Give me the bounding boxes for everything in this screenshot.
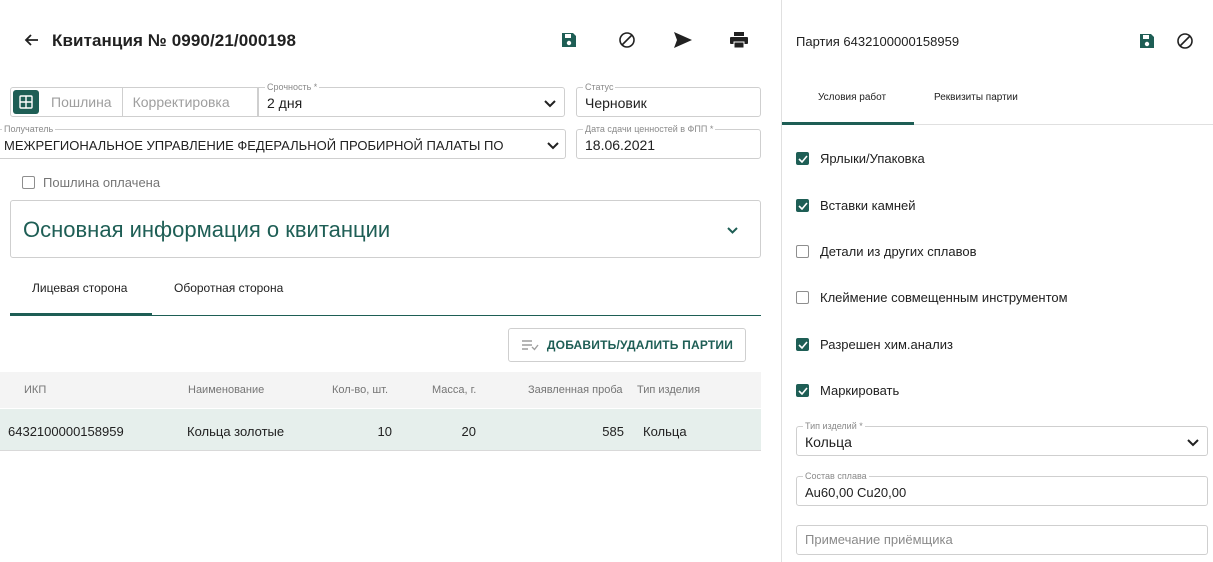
col-qty: Кол-во, шт. [332, 384, 389, 396]
segment-correction[interactable]: Корректировка [121, 88, 240, 116]
condition-stone-inserts[interactable]: Вставки камней [796, 198, 916, 213]
receipt-panel: Квитанция № 0990/21/000198 Пошлина Корре… [0, 0, 781, 562]
batch-panel: Партия 6432100000158959 Условия работ Ре… [782, 0, 1213, 562]
checkbox-icon [796, 245, 809, 258]
add-remove-batches-button[interactable]: ДОБАВИТЬ/УДАЛИТЬ ПАРТИИ [508, 328, 746, 362]
alloy-field[interactable]: Состав сплава Au60,00 Cu20,00 [796, 471, 1208, 506]
checkbox-icon [796, 199, 809, 212]
col-fineness: Заявленная проба [528, 384, 623, 396]
col-product-type: Тип изделия [637, 384, 701, 396]
accordion-title: Основная информация о квитанции [23, 217, 391, 242]
condition-other-alloys[interactable]: Детали из других сплавов [796, 244, 976, 259]
cell-fineness: 585 [602, 424, 624, 439]
checkbox-icon [796, 291, 809, 304]
table-row[interactable]: 6432100000158959 Кольца золотые 10 20 58… [0, 409, 761, 451]
condition-label: Разрешен хим.анализ [820, 337, 953, 352]
condition-label: Детали из других сплавов [820, 244, 977, 259]
cell-product-type: Кольца [643, 424, 687, 439]
segment-duty[interactable]: Пошлина [41, 88, 122, 116]
alloy-label: Состав сплава [803, 471, 869, 481]
calculator-icon[interactable] [13, 90, 39, 114]
cell-qty: 10 [377, 424, 392, 439]
delivery-date-value: 18.06.2021 [585, 137, 656, 153]
col-name: Наименование [188, 384, 265, 396]
delivery-date-field[interactable]: Дата сдачи ценностей в ФПП * 18.06.2021 [576, 124, 761, 159]
receipt-title: Квитанция № 0990/21/000198 [52, 31, 297, 50]
product-type-value: Кольца [805, 434, 852, 450]
cell-name: Кольца золотые [187, 424, 285, 439]
tab-work-conditions[interactable]: Условия работ [818, 92, 886, 103]
product-type-select[interactable]: Тип изделий * Кольца [796, 421, 1208, 456]
duty-paid-label: Пошлина оплачена [43, 175, 161, 190]
alloy-value: Au60,00 Cu20,00 [805, 485, 907, 500]
recipient-select[interactable]: Получатель МЕЖРЕГИОНАЛЬНОЕ УПРАВЛЕНИЕ ФЕ… [0, 124, 566, 159]
filter-list-icon [521, 339, 539, 351]
tab-batch-details[interactable]: Реквизиты партии [934, 92, 1018, 103]
mode-segment: Пошлина Корректировка [10, 87, 258, 117]
batch-title: Партия 6432100000158959 [796, 34, 960, 49]
receiver-note-field[interactable]: Примечание приёмщика [796, 525, 1208, 555]
col-mass: Масса, г. [432, 384, 477, 396]
chevron-down-icon [547, 142, 559, 150]
checkbox-icon [796, 384, 809, 397]
main-info-accordion[interactable]: Основная информация о квитанции [10, 200, 761, 258]
checkbox-icon [22, 176, 35, 189]
urgency-value: 2 дня [267, 95, 303, 111]
cell-ikp: 6432100000158959 [8, 424, 124, 439]
col-ikp: ИКП [24, 384, 47, 396]
condition-labels-packaging[interactable]: Ярлыки/Упаковка [796, 151, 925, 166]
add-remove-label: ДОБАВИТЬ/УДАЛИТЬ ПАРТИИ [546, 338, 734, 352]
duty-paid-checkbox[interactable]: Пошлина оплачена [22, 175, 160, 190]
condition-chem-analysis[interactable]: Разрешен хим.анализ [796, 337, 953, 352]
cell-mass: 20 [461, 424, 476, 439]
delivery-date-label: Дата сдачи ценностей в ФПП * [583, 124, 716, 134]
condition-label: Вставки камней [820, 198, 916, 213]
send-icon[interactable] [670, 27, 696, 53]
status-value: Черновик [585, 95, 647, 111]
save-icon[interactable] [1134, 28, 1160, 54]
condition-label: Маркировать [820, 383, 900, 398]
chevron-down-icon [544, 100, 556, 108]
active-tab-indicator [10, 313, 152, 316]
condition-combined-stamping[interactable]: Клеймение совмещенным инструментом [796, 290, 1068, 305]
save-icon[interactable] [556, 27, 582, 53]
status-field: Статус Черновик [576, 82, 761, 117]
table-header: ИКП Наименование Кол-во, шт. Масса, г. З… [0, 372, 761, 408]
cancel-icon[interactable] [614, 27, 640, 53]
urgency-label: Срочность * [265, 82, 320, 92]
receiver-note-placeholder: Примечание приёмщика [805, 532, 953, 547]
print-icon[interactable] [726, 27, 752, 53]
cancel-icon[interactable] [1172, 28, 1198, 54]
condition-label: Клеймение совмещенным инструментом [820, 290, 1068, 305]
chevron-down-icon [727, 227, 738, 234]
status-label: Статус [583, 82, 616, 92]
condition-label: Ярлыки/Упаковка [820, 151, 925, 166]
checkbox-icon [796, 152, 809, 165]
chevron-down-icon [1187, 439, 1199, 447]
urgency-select[interactable]: Срочность * 2 дня [258, 82, 565, 117]
tab-back-side[interactable]: Оборотная сторона [174, 281, 283, 295]
checkbox-icon [796, 338, 809, 351]
recipient-value: МЕЖРЕГИОНАЛЬНОЕ УПРАВЛЕНИЕ ФЕДЕРАЛЬНОЙ П… [4, 138, 504, 153]
active-tab-indicator [782, 122, 914, 125]
back-arrow-icon[interactable] [18, 27, 44, 53]
product-type-label: Тип изделий * [803, 421, 865, 431]
condition-marking[interactable]: Маркировать [796, 383, 899, 398]
recipient-label: Получатель [2, 124, 56, 134]
tab-front-side[interactable]: Лицевая сторона [32, 281, 127, 295]
